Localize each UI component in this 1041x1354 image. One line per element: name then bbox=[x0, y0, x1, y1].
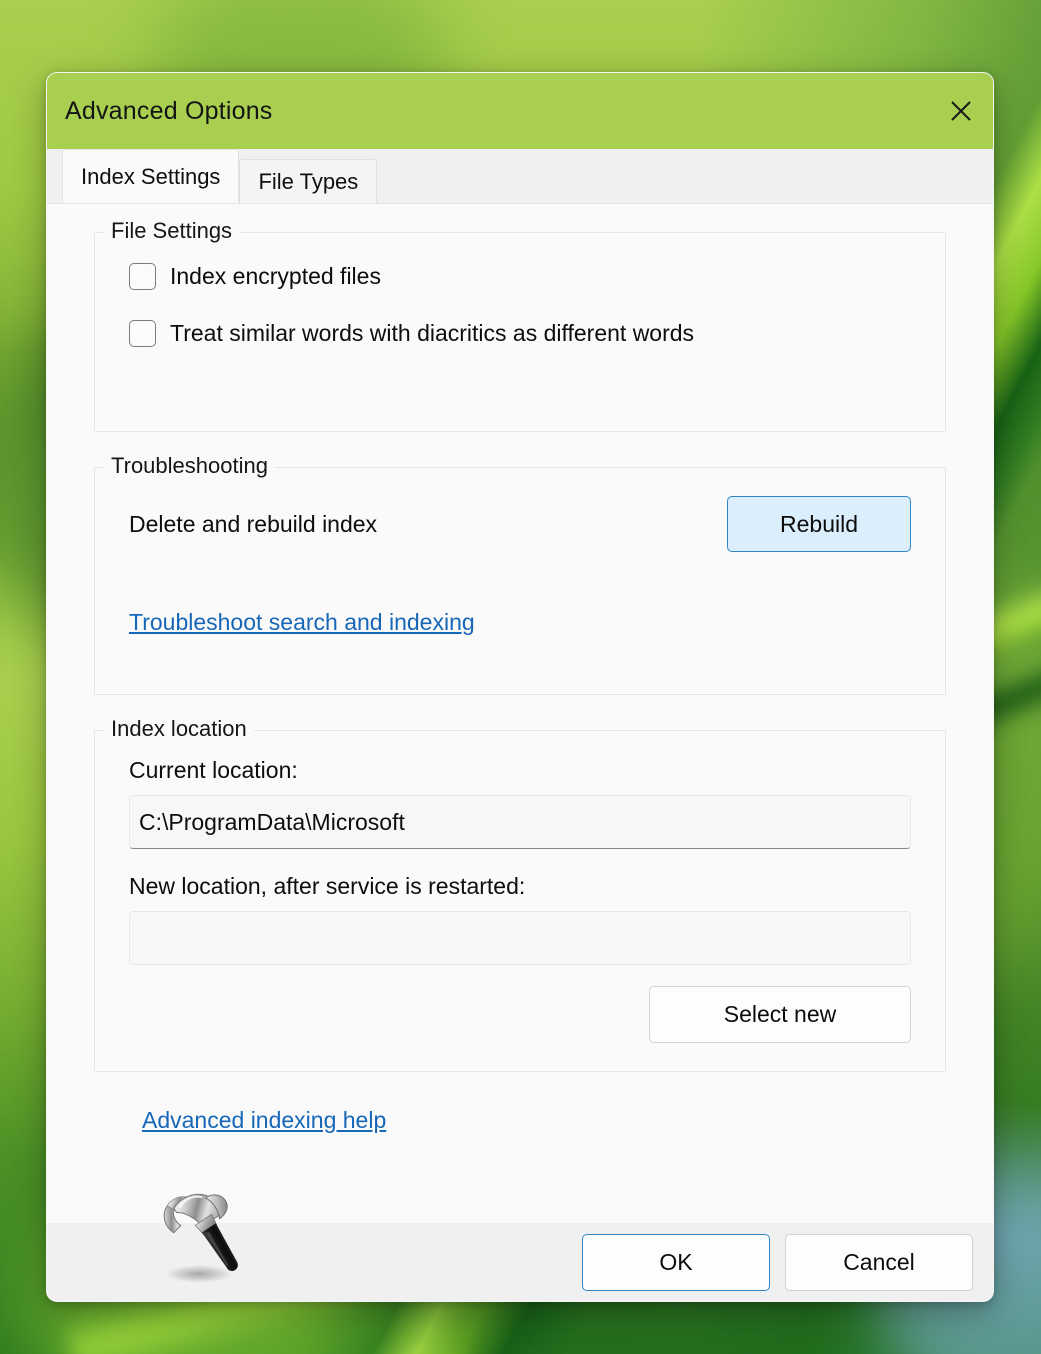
tab-label: File Types bbox=[258, 168, 359, 194]
close-icon[interactable] bbox=[929, 73, 993, 149]
tab-strip: Index Settings File Types bbox=[47, 149, 993, 203]
troubleshooting-legend: Troubleshooting bbox=[104, 453, 275, 479]
dialog-footer: OK Cancel bbox=[47, 1223, 993, 1301]
index-location-legend: Index location bbox=[104, 716, 254, 742]
index-settings-panel: File Settings Index encrypted files Trea… bbox=[47, 203, 993, 1283]
select-new-button[interactable]: Select new bbox=[649, 986, 911, 1043]
file-settings-legend: File Settings bbox=[104, 218, 240, 244]
current-location-field: C:\ProgramData\Microsoft bbox=[129, 795, 911, 849]
new-location-field[interactable] bbox=[129, 911, 911, 965]
rebuild-description: Delete and rebuild index bbox=[129, 510, 378, 537]
new-location-label: New location, after service is restarted… bbox=[129, 873, 526, 899]
advanced-indexing-help-link[interactable]: Advanced indexing help bbox=[142, 1107, 386, 1133]
checkbox-diacritics[interactable] bbox=[129, 320, 156, 347]
window-title: Advanced Options bbox=[65, 96, 273, 125]
tab-label: Index Settings bbox=[81, 163, 221, 189]
checkbox-index-encrypted-files[interactable] bbox=[129, 263, 156, 290]
current-location-label: Current location: bbox=[129, 757, 298, 783]
select-new-row: Select new bbox=[129, 986, 911, 1043]
troubleshooting-group: Troubleshooting Delete and rebuild index… bbox=[94, 453, 946, 695]
checkbox-row-index-encrypted-files[interactable]: Index encrypted files bbox=[129, 263, 911, 290]
tab-index-settings[interactable]: Index Settings bbox=[62, 149, 240, 203]
help-row: Advanced indexing help bbox=[94, 1107, 946, 1134]
checkbox-label: Index encrypted files bbox=[170, 263, 381, 289]
checkbox-row-diacritics[interactable]: Treat similar words with diacritics as d… bbox=[129, 320, 911, 347]
rebuild-row: Delete and rebuild index Rebuild bbox=[129, 496, 911, 552]
ok-button[interactable]: OK bbox=[582, 1233, 770, 1291]
rebuild-button[interactable]: Rebuild bbox=[727, 496, 911, 552]
file-settings-group: File Settings Index encrypted files Trea… bbox=[94, 218, 946, 432]
checkbox-label: Treat similar words with diacritics as d… bbox=[170, 320, 695, 346]
tab-file-types[interactable]: File Types bbox=[239, 159, 378, 203]
cancel-button[interactable]: Cancel bbox=[785, 1233, 973, 1291]
title-bar: Advanced Options bbox=[47, 73, 993, 149]
index-location-group: Index location Current location: C:\Prog… bbox=[94, 716, 946, 1072]
troubleshoot-search-indexing-link[interactable]: Troubleshoot search and indexing bbox=[129, 609, 475, 635]
advanced-options-dialog: Advanced Options Index Settings File Typ… bbox=[46, 72, 994, 1302]
